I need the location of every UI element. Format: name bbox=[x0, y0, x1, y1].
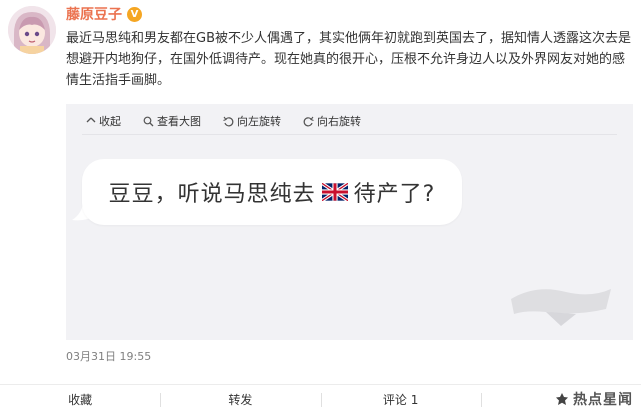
avatar[interactable] bbox=[8, 6, 56, 54]
media-toolbar: 收起 查看大图 向左旋转 向右旋转 bbox=[86, 113, 361, 129]
magnifier-icon bbox=[143, 116, 154, 126]
collapse-icon bbox=[86, 117, 96, 123]
speech-bubble: 豆豆，听说马思纯去 待产了? bbox=[82, 159, 462, 225]
rotate-right-label: 向右旋转 bbox=[317, 115, 361, 128]
rotate-left-button[interactable]: 向左旋转 bbox=[223, 113, 281, 129]
comment-button[interactable]: 评论 1 bbox=[320, 385, 481, 414]
rotate-right-icon bbox=[303, 116, 314, 126]
site-logo-icon bbox=[556, 393, 568, 405]
post-text: 最近马思纯和男友都在GB被不少人偶遇了，其实他俩年初就跑到英国去了，据知情人透露… bbox=[66, 31, 631, 88]
repost-button[interactable]: 转发 bbox=[160, 385, 320, 414]
blurred-watermark bbox=[511, 289, 611, 326]
collapse-label: 收起 bbox=[99, 115, 121, 128]
watermark-text: 热点星闻 bbox=[573, 392, 633, 408]
view-large-button[interactable]: 查看大图 bbox=[143, 113, 201, 129]
username[interactable]: 藤原豆子 V bbox=[66, 4, 142, 24]
favorite-button[interactable]: 收藏 bbox=[0, 385, 160, 414]
site-watermark: 热点星闻 bbox=[555, 389, 633, 409]
uk-flag-icon bbox=[321, 183, 348, 201]
toolbar-divider bbox=[82, 134, 617, 135]
collapse-button[interactable]: 收起 bbox=[86, 113, 121, 129]
bubble-text-after: 待产了? bbox=[353, 182, 436, 207]
post-timestamp[interactable]: 03月31日 19:55 bbox=[66, 348, 151, 364]
rotate-right-button[interactable]: 向右旋转 bbox=[303, 113, 361, 129]
media-viewer: 收起 查看大图 向左旋转 向右旋转 豆豆，听说马思纯去 待产了? bbox=[66, 104, 633, 340]
action-bar: 收藏 转发 评论 1 5 bbox=[0, 385, 641, 414]
bubble-text-before: 豆豆，听说马思纯去 bbox=[108, 182, 316, 207]
favorite-label: 收藏 bbox=[68, 393, 93, 407]
username-text[interactable]: 藤原豆子 bbox=[66, 4, 122, 24]
rotate-left-icon bbox=[223, 116, 234, 126]
verified-badge-icon: V bbox=[127, 6, 142, 22]
rotate-left-label: 向左旋转 bbox=[237, 115, 281, 128]
comment-label: 评论 1 bbox=[382, 393, 419, 407]
view-large-label: 查看大图 bbox=[157, 115, 201, 128]
repost-label: 转发 bbox=[228, 393, 253, 407]
